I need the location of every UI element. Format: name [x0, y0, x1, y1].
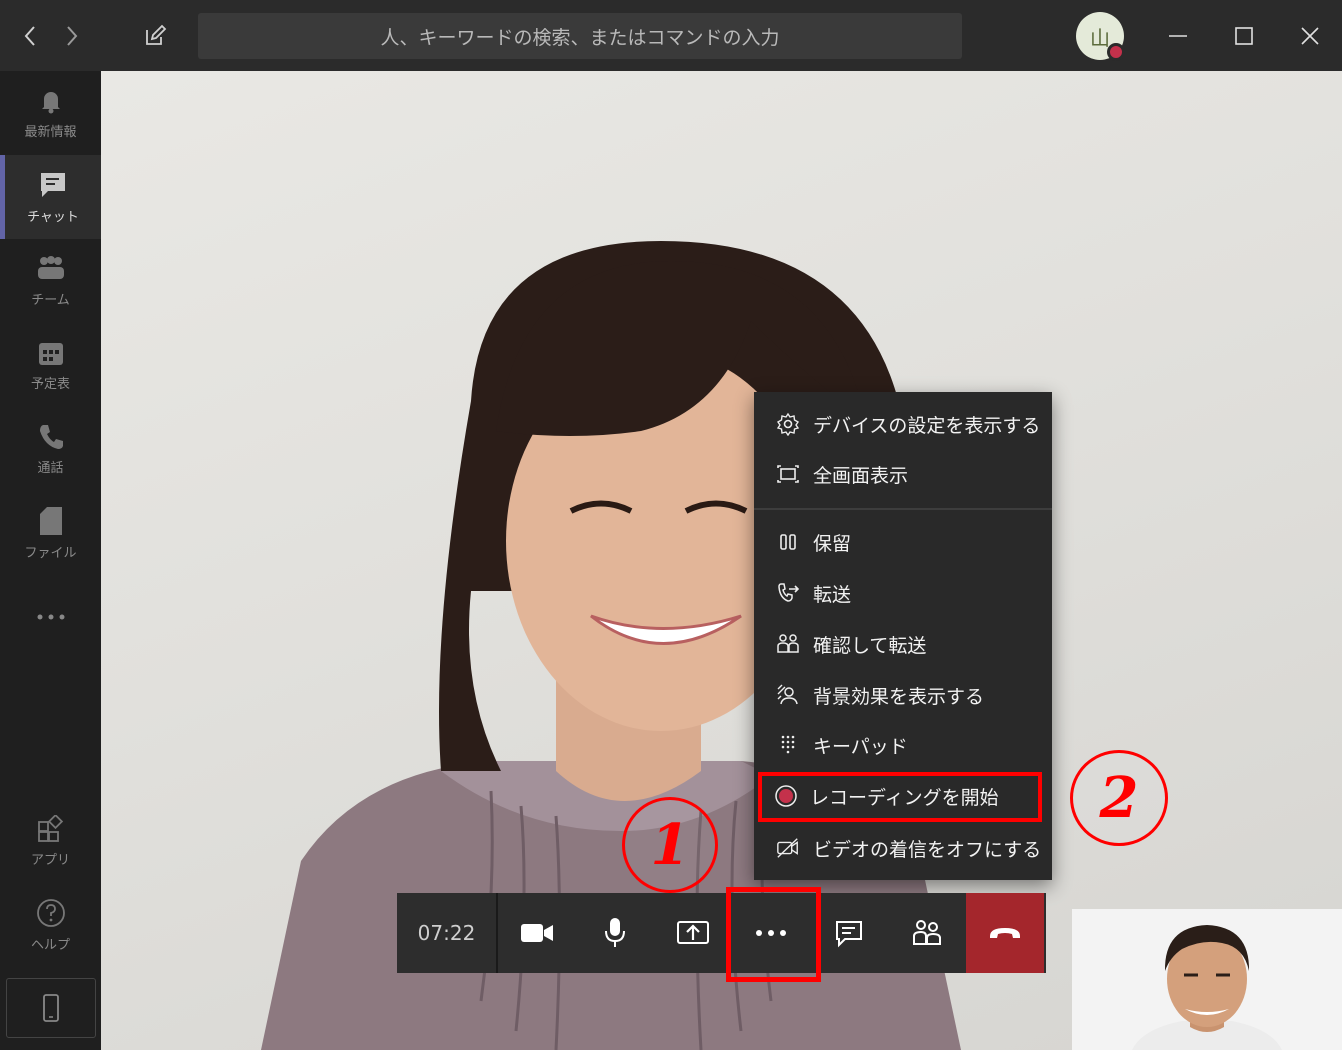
- camera-button[interactable]: [498, 893, 576, 973]
- chevron-right-icon: [67, 26, 78, 46]
- maximize-icon: [1235, 27, 1253, 45]
- menu-item-hold[interactable]: 保留: [754, 518, 1052, 566]
- forward-button[interactable]: [52, 18, 92, 54]
- sidebar-item-help[interactable]: ヘルプ: [0, 883, 101, 967]
- compose-icon: [146, 24, 167, 45]
- chat-icon: [836, 921, 862, 948]
- mobile-phone-icon: [43, 994, 59, 1022]
- close-button[interactable]: [1290, 16, 1330, 56]
- microphone-button[interactable]: [576, 893, 654, 973]
- fullscreen-icon: [776, 462, 800, 486]
- more-options-icon: [756, 930, 786, 936]
- menu-item-transfer[interactable]: 転送: [754, 569, 1052, 617]
- share-screen-icon: [677, 921, 709, 944]
- sidebar-item-label: 通話: [37, 460, 64, 476]
- phone-icon: [39, 424, 63, 449]
- help-icon: [36, 898, 65, 927]
- step-2-annotation: 2: [1070, 750, 1168, 846]
- call-controls-bar: 07:22: [397, 893, 1046, 973]
- menu-item-label: デバイスの設定を表示する: [813, 414, 1041, 437]
- hangup-icon: [990, 928, 1020, 938]
- calendar-icon: [38, 342, 63, 365]
- menu-item-device-settings[interactable]: デバイスの設定を表示する: [754, 400, 1052, 448]
- menu-divider: [754, 508, 1052, 510]
- sidebar-item-chat[interactable]: チャット: [0, 155, 101, 239]
- sidebar-item-files[interactable]: ファイル: [0, 491, 101, 575]
- camera-icon: [521, 924, 553, 942]
- video-off-icon: [776, 836, 800, 860]
- menu-item-label: 全画面表示: [813, 464, 909, 487]
- sidebar-item-activity[interactable]: 最新情報: [0, 71, 101, 155]
- sidebar-item-label: チャット: [27, 209, 79, 225]
- chevron-left-icon: [24, 26, 35, 46]
- gear-icon: [776, 412, 800, 436]
- background-effects-icon: [776, 683, 800, 707]
- more-apps-button[interactable]: [0, 601, 101, 633]
- sidebar-item-calls[interactable]: 通話: [0, 407, 101, 491]
- menu-item-label: ビデオの着信をオフにする: [813, 838, 1042, 861]
- menu-item-label: 確認して転送: [813, 634, 927, 657]
- file-icon: [39, 506, 62, 535]
- menu-item-start-recording[interactable]: レコーディングを開始: [754, 772, 1052, 820]
- minimize-icon: [1169, 35, 1187, 37]
- title-bar: 人、キーワードの検索、またはコマンドの入力 山: [0, 0, 1342, 71]
- record-icon: [774, 784, 798, 808]
- more-options-menu: デバイスの設定を表示する 全画面表示 保留 転送 確認して転送 背景効果を表示す…: [754, 392, 1052, 880]
- close-icon: [1301, 27, 1319, 45]
- participants-button[interactable]: [888, 893, 966, 973]
- self-view-person: [1132, 925, 1282, 1050]
- sidebar-item-label: ファイル: [24, 545, 77, 561]
- sidebar-item-label: チーム: [31, 292, 70, 308]
- menu-item-consult-transfer[interactable]: 確認して転送: [754, 620, 1052, 668]
- sidebar-item-label: ヘルプ: [30, 937, 70, 953]
- sidebar-item-label: アプリ: [30, 852, 70, 868]
- minimize-button[interactable]: [1158, 16, 1198, 56]
- apps-icon: [37, 814, 63, 842]
- maximize-button[interactable]: [1224, 16, 1264, 56]
- menu-item-label: 転送: [813, 583, 852, 606]
- sidebar-item-label: 最新情報: [24, 124, 77, 140]
- compose-button[interactable]: [135, 18, 175, 54]
- pause-icon: [776, 530, 800, 554]
- ellipsis-icon: [37, 614, 64, 620]
- menu-item-label: 保留: [813, 532, 852, 555]
- app-sidebar: 最新情報 チャット チーム 予定表 通話 ファイル アプリ ヘルプ: [0, 71, 101, 1050]
- chat-button[interactable]: [810, 893, 888, 973]
- share-screen-button[interactable]: [654, 893, 732, 973]
- consult-transfer-icon: [776, 632, 800, 656]
- transfer-icon: [776, 581, 800, 605]
- keypad-icon: [776, 733, 800, 757]
- sidebar-item-teams[interactable]: チーム: [0, 239, 101, 323]
- presence-status-badge: [1107, 43, 1125, 61]
- participants-icon: [913, 920, 941, 945]
- sidebar-item-calendar[interactable]: 予定表: [0, 323, 101, 407]
- menu-item-label: 背景効果を表示する: [813, 685, 985, 708]
- microphone-icon: [605, 918, 625, 947]
- sidebar-item-label: 予定表: [30, 376, 70, 392]
- menu-item-turn-off-incoming-video[interactable]: ビデオの着信をオフにする: [754, 824, 1052, 872]
- teams-icon: [37, 255, 64, 279]
- search-input[interactable]: 人、キーワードの検索、またはコマンドの入力: [198, 13, 962, 59]
- menu-item-background-effects[interactable]: 背景効果を表示する: [754, 671, 1052, 719]
- step-1-annotation: 1: [622, 797, 718, 893]
- mobile-device-button[interactable]: [6, 978, 96, 1038]
- bell-icon: [41, 91, 60, 113]
- call-timer: 07:22: [397, 893, 498, 973]
- sidebar-item-apps[interactable]: アプリ: [0, 799, 101, 883]
- menu-item-keypad[interactable]: キーパッド: [754, 721, 1052, 769]
- menu-item-label: レコーディングを開始: [810, 786, 999, 809]
- back-button[interactable]: [10, 18, 50, 54]
- more-options-button[interactable]: [732, 893, 810, 973]
- self-view-video: [1072, 909, 1342, 1050]
- hangup-button[interactable]: [966, 893, 1044, 973]
- menu-item-label: キーパッド: [813, 735, 908, 758]
- chat-icon: [41, 172, 65, 197]
- menu-item-fullscreen[interactable]: 全画面表示: [754, 450, 1052, 498]
